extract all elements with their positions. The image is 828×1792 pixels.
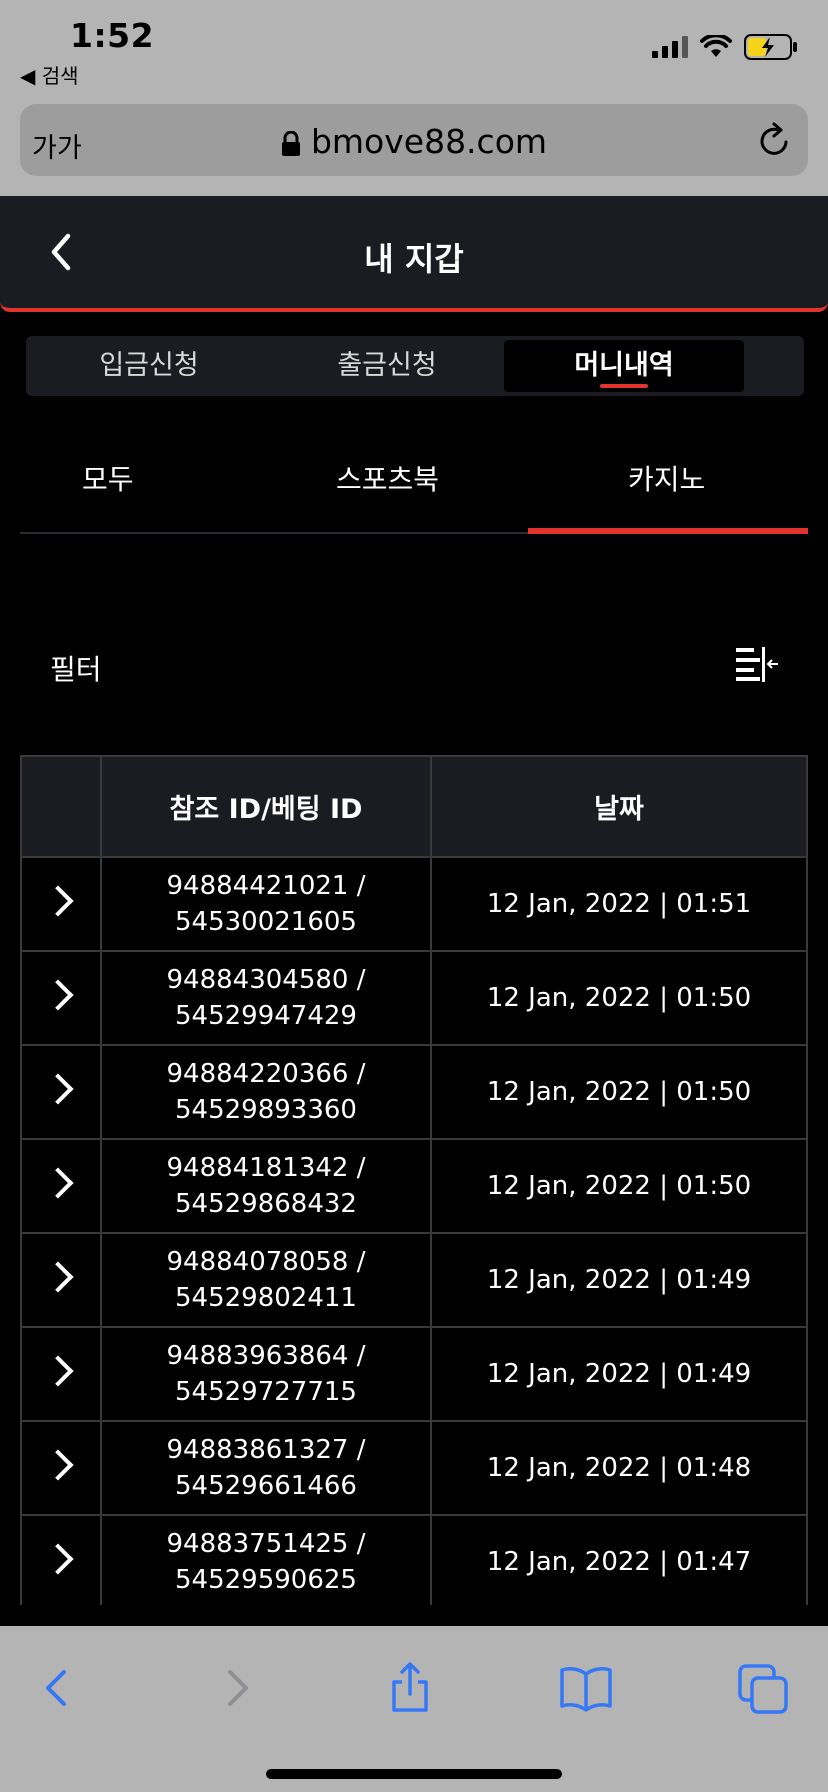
ref-bet-id-cell: 94884078058 / 54529802411 (100, 1232, 432, 1328)
browser-top-bar: 1:52 ◀ 검색 가가 bmove88.com (0, 0, 828, 196)
ref-id: 94884181342 / (166, 1153, 366, 1183)
expand-row-button[interactable] (20, 1326, 102, 1422)
chevron-right-icon (42, 885, 74, 917)
wifi-icon (700, 35, 732, 57)
bet-id: 54529893360 (175, 1095, 357, 1125)
chevron-right-icon (42, 1543, 74, 1575)
ref-id: 94884220366 / (166, 1059, 366, 1089)
page-title: 내 지갑 (364, 240, 464, 278)
tab-all[interactable]: 모두 (82, 458, 134, 498)
category-tabs: 모두 스포츠북 카지노 (20, 440, 808, 534)
tab-sportsbook[interactable]: 스포츠북 (336, 458, 439, 498)
ref-bet-id-cell: 94883963864 / 54529727715 (100, 1326, 432, 1422)
battery-charging-icon (744, 34, 797, 60)
bet-id: 54529590625 (175, 1565, 357, 1595)
back-to-search-link[interactable]: ◀ 검색 (20, 60, 79, 89)
history-table: 참조 ID/베팅 ID 날짜 94884421021 / 54530021605 … (20, 755, 808, 1605)
ref-bet-id-cell: 94884220366 / 54529893360 (100, 1044, 432, 1140)
ref-id: 94884304580 / (166, 965, 366, 995)
ref-id: 94883751425 / (166, 1529, 366, 1559)
browser-bottom-toolbar (0, 1626, 828, 1792)
filter-toggle-icon[interactable] (732, 644, 780, 684)
tab-withdraw-request[interactable]: 출금신청 (268, 340, 506, 392)
table-row[interactable]: 94883751425 / 54529590625 12 Jan, 2022 | … (20, 1514, 808, 1605)
ref-bet-id-cell: 94883751425 / 54529590625 (100, 1514, 432, 1605)
tab-money-history[interactable]: 머니내역 (504, 340, 744, 392)
tabs-icon[interactable] (734, 1658, 794, 1718)
bet-id: 54529802411 (175, 1283, 357, 1313)
table-row[interactable]: 94883861327 / 54529661466 12 Jan, 2022 | … (20, 1420, 808, 1516)
chevron-right-icon (42, 1073, 74, 1105)
table-row[interactable]: 94884421021 / 54530021605 12 Jan, 2022 | … (20, 856, 808, 952)
date-cell: 12 Jan, 2022 | 01:50 (430, 950, 808, 1046)
active-category-indicator (528, 528, 808, 534)
expand-row-button[interactable] (20, 1232, 102, 1328)
tab-money-history-label: 머니내역 (574, 350, 674, 381)
ref-id: 94884421021 / (166, 871, 366, 901)
ref-bet-id-cell: 94884304580 / 54529947429 (100, 950, 432, 1046)
ref-bet-id-cell: 94884421021 / 54530021605 (100, 856, 432, 952)
tab-casino[interactable]: 카지노 (628, 458, 705, 498)
address-bar[interactable]: 가가 bmove88.com (20, 104, 808, 176)
table-row[interactable]: 94884304580 / 54529947429 12 Jan, 2022 | … (20, 950, 808, 1046)
url-text: bmove88.com (310, 122, 548, 161)
chevron-right-icon (42, 1167, 74, 1199)
tab-deposit-request[interactable]: 입금신청 (30, 340, 268, 392)
table-row[interactable]: 94883963864 / 54529727715 12 Jan, 2022 | … (20, 1326, 808, 1422)
url-display[interactable]: bmove88.com (20, 122, 808, 161)
expand-row-button[interactable] (20, 1514, 102, 1605)
date-cell: 12 Jan, 2022 | 01:49 (430, 1326, 808, 1422)
ref-bet-id-cell: 94884181342 / 54529868432 (100, 1138, 432, 1234)
table-row[interactable]: 94884181342 / 54529868432 12 Jan, 2022 | … (20, 1138, 808, 1234)
date-cell: 12 Jan, 2022 | 01:50 (430, 1138, 808, 1234)
expand-row-button[interactable] (20, 1138, 102, 1234)
chevron-right-icon (42, 1449, 74, 1481)
browser-back-icon[interactable] (28, 1658, 88, 1718)
table-row[interactable]: 94884220366 / 54529893360 12 Jan, 2022 | … (20, 1044, 808, 1140)
expand-row-button[interactable] (20, 1044, 102, 1140)
browser-forward-icon[interactable] (206, 1658, 266, 1718)
date-cell: 12 Jan, 2022 | 01:47 (430, 1514, 808, 1605)
share-icon[interactable] (380, 1658, 440, 1718)
bet-id: 54529947429 (175, 1001, 357, 1031)
status-time: 1:52 (70, 16, 155, 55)
expand-row-button[interactable] (20, 856, 102, 952)
wallet-segment-tabs: 입금신청 출금신청 머니내역 (26, 336, 804, 396)
ref-id: 94883861327 / (166, 1435, 366, 1465)
reload-icon[interactable] (758, 122, 792, 158)
bookmarks-icon[interactable] (556, 1658, 616, 1718)
expand-row-button[interactable] (20, 950, 102, 1046)
table-row[interactable]: 94884078058 / 54529802411 12 Jan, 2022 | … (20, 1232, 808, 1328)
date-column-header: 날짜 (430, 755, 808, 858)
status-icons (652, 34, 798, 60)
bet-id: 54529868432 (175, 1189, 357, 1219)
expand-column-header (20, 755, 102, 858)
date-cell: 12 Jan, 2022 | 01:48 (430, 1420, 808, 1516)
ref-id: 94884078058 / (166, 1247, 366, 1277)
chevron-right-icon (42, 979, 74, 1011)
bet-id: 54530021605 (175, 907, 357, 937)
table-header-row: 참조 ID/베팅 ID 날짜 (20, 755, 808, 858)
bet-id: 54529727715 (175, 1377, 357, 1407)
lock-icon (281, 130, 300, 156)
expand-row-button[interactable] (20, 1420, 102, 1516)
ref-id: 94883963864 / (166, 1341, 366, 1371)
date-cell: 12 Jan, 2022 | 01:51 (430, 856, 808, 952)
date-cell: 12 Jan, 2022 | 01:50 (430, 1044, 808, 1140)
ref-id-column-header: 참조 ID/베팅 ID (100, 755, 432, 858)
active-tab-indicator (600, 384, 648, 388)
home-indicator (266, 1769, 562, 1779)
app-header: 내 지갑 (0, 196, 828, 312)
bet-id: 54529661466 (175, 1471, 357, 1501)
filter-label: 필터 (50, 653, 102, 686)
ref-bet-id-cell: 94883861327 / 54529661466 (100, 1420, 432, 1516)
cellular-signal-icon (652, 36, 688, 58)
chevron-right-icon (42, 1261, 74, 1293)
date-cell: 12 Jan, 2022 | 01:49 (430, 1232, 808, 1328)
chevron-right-icon (42, 1355, 74, 1387)
